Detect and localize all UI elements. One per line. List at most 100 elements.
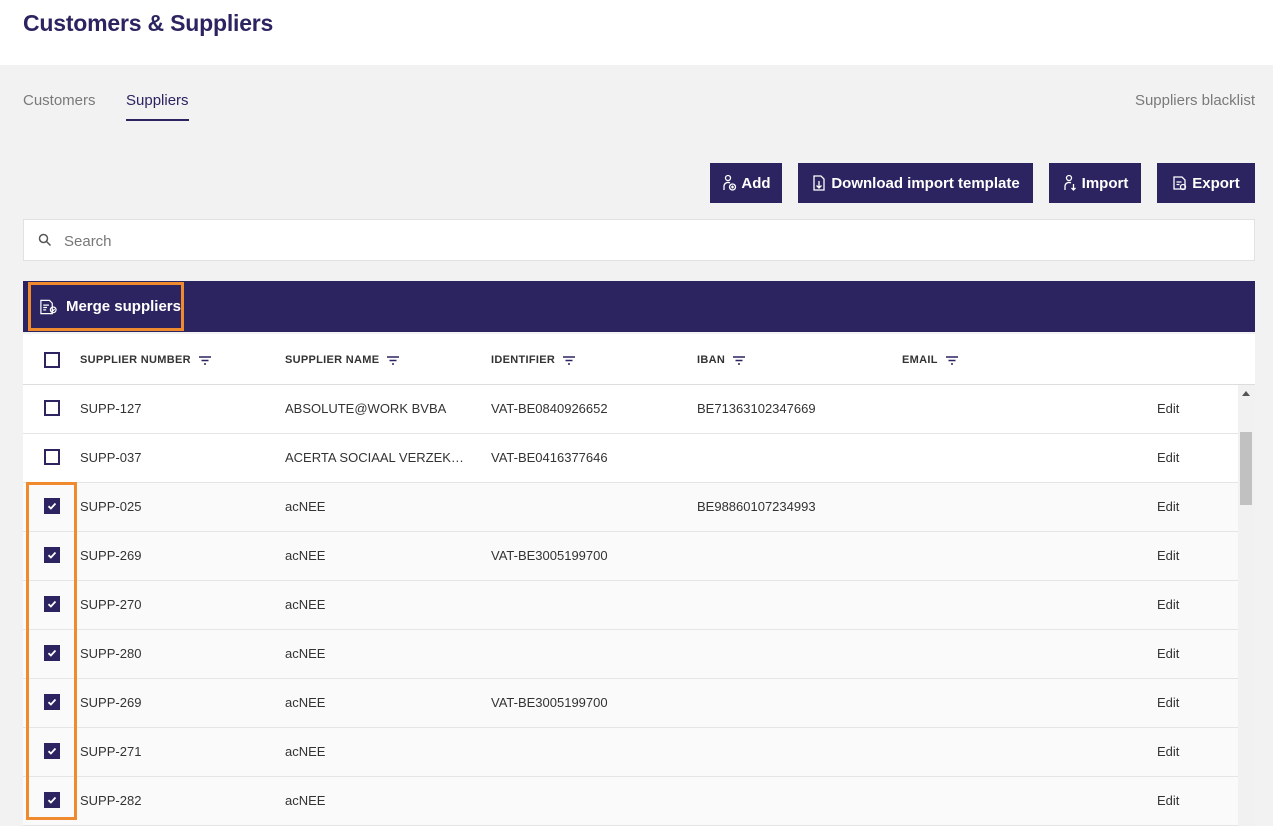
supplier-number-cell: SUPP-282 (80, 793, 142, 808)
column-supplier-name[interactable]: SUPPLIER NAME (285, 354, 400, 366)
edit-link[interactable]: Edit (1157, 744, 1179, 759)
filter-icon[interactable] (387, 355, 400, 365)
checkmark-icon (47, 502, 57, 510)
filter-icon[interactable] (733, 355, 746, 365)
supplier-name-cell: acNEE (285, 499, 326, 514)
row-checkbox[interactable] (44, 400, 60, 416)
add-button-label: Add (741, 174, 771, 192)
supplier-number-cell: SUPP-270 (80, 597, 142, 612)
supplier-name-cell: acNEE (285, 793, 326, 808)
merge-document-icon (40, 299, 57, 314)
download-import-template-button[interactable]: Download import template (798, 163, 1033, 203)
column-label: IDENTIFIER (491, 354, 556, 366)
download-button-label: Download import template (831, 174, 1020, 192)
identifier-cell: VAT-BE0840926652 (491, 401, 608, 416)
export-file-icon (1173, 176, 1187, 191)
identifier-cell: VAT-BE3005199700 (491, 695, 608, 710)
supplier-name-cell: acNEE (285, 744, 326, 759)
edit-link[interactable]: Edit (1157, 401, 1179, 416)
iban-cell: BE71363102347669 (697, 401, 816, 416)
filter-icon[interactable] (563, 355, 576, 365)
supplier-name-cell: ACERTA SOCIAAL VERZEKERINGSFONDS (285, 450, 470, 465)
column-supplier-number[interactable]: SUPPLIER NUMBER (80, 354, 211, 366)
identifier-cell: VAT-BE3005199700 (491, 548, 608, 563)
supplier-name-cell: ABSOLUTE@WORK BVBA (285, 401, 447, 416)
column-identifier[interactable]: IDENTIFIER (491, 354, 576, 366)
edit-link[interactable]: Edit (1157, 548, 1179, 563)
import-button-label: Import (1081, 174, 1129, 192)
row-checkbox[interactable] (44, 449, 60, 465)
table-row[interactable]: SUPP-270 acNEE Edit (23, 581, 1238, 630)
row-checkbox[interactable] (44, 645, 60, 661)
table-row[interactable]: SUPP-280 acNEE Edit (23, 630, 1238, 679)
filter-icon[interactable] (945, 355, 958, 365)
checkmark-icon (47, 649, 57, 657)
supplier-number-cell: SUPP-271 (80, 744, 142, 759)
iban-cell: BE98860107234993 (697, 499, 816, 514)
merge-suppliers-button[interactable]: Merge suppliers (28, 282, 184, 331)
select-all-checkbox[interactable] (44, 352, 60, 368)
column-email[interactable]: EMAIL (902, 354, 958, 366)
column-label: SUPPLIER NAME (285, 354, 380, 366)
checkmark-icon (47, 551, 57, 559)
page-title: Customers & Suppliers (23, 10, 274, 36)
supplier-number-cell: SUPP-280 (80, 646, 142, 661)
edit-link[interactable]: Edit (1157, 646, 1179, 661)
import-button[interactable]: Import (1049, 163, 1141, 203)
row-checkbox[interactable] (44, 498, 60, 514)
table-row[interactable]: SUPP-127 ABSOLUTE@WORK BVBA VAT-BE08409266… (23, 385, 1238, 434)
table-row[interactable]: SUPP-037 ACERTA SOCIAAL VERZEKERINGSFONDS… (23, 434, 1238, 483)
supplier-number-cell: SUPP-269 (80, 695, 142, 710)
column-label: SUPPLIER NUMBER (80, 354, 191, 366)
supplier-number-cell: SUPP-025 (80, 499, 142, 514)
merge-suppliers-label: Merge suppliers (65, 298, 181, 315)
suppliers-blacklist-link[interactable]: Suppliers blacklist (1135, 92, 1255, 109)
column-iban[interactable]: IBAN (697, 354, 746, 366)
checkmark-icon (47, 698, 57, 706)
scroll-thumb[interactable] (1240, 432, 1252, 505)
search-icon (38, 233, 52, 247)
edit-link[interactable]: Edit (1157, 450, 1179, 465)
column-label: EMAIL (902, 354, 938, 366)
checkmark-icon (47, 600, 57, 608)
row-checkbox[interactable] (44, 694, 60, 710)
add-button[interactable]: Add (710, 163, 782, 203)
table-header: SUPPLIER NUMBER SUPPLIER NAME IDENTIFIER… (23, 334, 1255, 385)
identifier-cell: VAT-BE0416377646 (491, 450, 608, 465)
edit-link[interactable]: Edit (1157, 499, 1179, 514)
table-scrollbar[interactable] (1238, 385, 1255, 826)
search-input[interactable] (64, 230, 1244, 252)
supplier-number-cell: SUPP-037 (80, 450, 142, 465)
supplier-name-cell: acNEE (285, 597, 326, 612)
tab-customers[interactable]: Customers (23, 92, 96, 109)
checkmark-icon (47, 796, 57, 804)
download-file-icon (813, 175, 825, 191)
supplier-name-cell: acNEE (285, 695, 326, 710)
search-bar (23, 219, 1255, 261)
table-row[interactable]: SUPP-269 acNEE VAT-BE3005199700 Edit (23, 679, 1238, 728)
edit-link[interactable]: Edit (1157, 597, 1179, 612)
table-row[interactable]: SUPP-269 acNEE VAT-BE3005199700 Edit (23, 532, 1238, 581)
tab-suppliers[interactable]: Suppliers (126, 92, 189, 121)
table-body: SUPP-127 ABSOLUTE@WORK BVBA VAT-BE08409266… (23, 385, 1238, 826)
export-button[interactable]: Export (1157, 163, 1255, 203)
column-label: IBAN (697, 354, 726, 366)
supplier-name-cell: acNEE (285, 646, 326, 661)
filter-icon[interactable] (198, 355, 211, 365)
row-checkbox[interactable] (44, 547, 60, 563)
edit-link[interactable]: Edit (1157, 793, 1179, 808)
row-checkbox[interactable] (44, 743, 60, 759)
bulk-action-toolbar: Merge suppliers (23, 281, 1255, 332)
table-row[interactable]: SUPP-282 acNEE Edit (23, 777, 1238, 826)
table-row[interactable]: SUPP-271 acNEE Edit (23, 728, 1238, 777)
add-person-icon (723, 174, 737, 191)
export-button-label: Export (1192, 174, 1240, 192)
row-checkbox[interactable] (44, 792, 60, 808)
checkmark-icon (47, 747, 57, 755)
supplier-number-cell: SUPP-127 (80, 401, 142, 416)
page-header: Customers & Suppliers (0, 0, 1273, 65)
scroll-up-arrow-icon[interactable] (1242, 391, 1250, 396)
table-row[interactable]: SUPP-025 acNEE BE98860107234993 Edit (23, 483, 1238, 532)
edit-link[interactable]: Edit (1157, 695, 1179, 710)
row-checkbox[interactable] (44, 596, 60, 612)
